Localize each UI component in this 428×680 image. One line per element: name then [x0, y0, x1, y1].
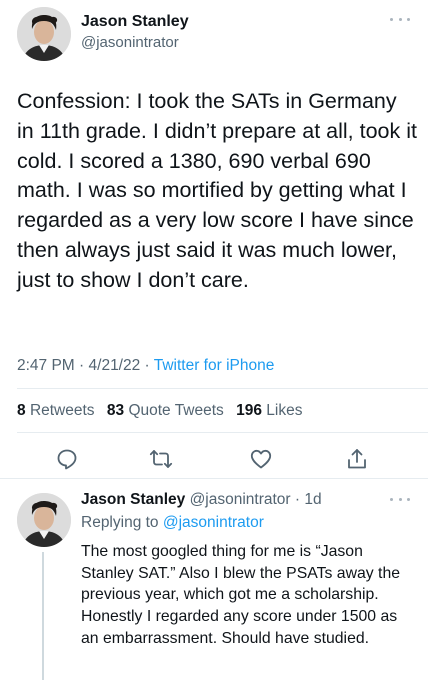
reply-text: The most googled thing for me is “Jason … — [81, 543, 401, 647]
tweet-date[interactable]: 4/21/22 — [89, 357, 141, 374]
reply-more-options-icon[interactable] — [390, 494, 410, 504]
retweets-stat[interactable]: 8 Retweets — [17, 402, 95, 419]
quotes-stat[interactable]: 83 Quote Tweets — [107, 402, 224, 419]
thread-line — [42, 552, 44, 680]
author-avatar[interactable] — [17, 7, 71, 61]
divider — [0, 478, 428, 479]
share-button[interactable] — [342, 444, 372, 474]
quotes-label: Quote Tweets — [128, 402, 224, 419]
likes-count: 196 — [236, 402, 262, 419]
like-button[interactable] — [246, 444, 276, 474]
share-icon — [348, 449, 366, 469]
replying-to: Replying to @jasonintrator — [81, 514, 264, 532]
meta-separator: · — [74, 357, 89, 374]
reply-button[interactable] — [52, 444, 82, 474]
reply-author-name[interactable]: Jason Stanley — [81, 491, 185, 508]
reply-header: Jason Stanley @jasonintrator · 1d — [81, 491, 322, 509]
replying-mention-link[interactable]: @jasonintrator — [163, 514, 264, 531]
tweet-time[interactable]: 2:47 PM — [17, 357, 75, 374]
like-icon — [250, 449, 272, 469]
avatar-photo — [17, 7, 71, 61]
more-options-icon[interactable] — [390, 14, 410, 24]
retweets-count: 8 — [17, 402, 26, 419]
meta-separator: · — [140, 357, 154, 374]
reply-dot: · — [290, 491, 305, 508]
divider — [17, 432, 428, 433]
reply-author-handle[interactable]: @jasonintrator — [190, 491, 291, 508]
reply-author-avatar[interactable] — [17, 493, 71, 547]
author-handle[interactable]: @jasonintrator — [81, 34, 179, 51]
tweet-text: Confession: I took the SATs in Germany i… — [17, 89, 417, 292]
likes-stat[interactable]: 196 Likes — [236, 402, 302, 419]
tweet-meta: 2:47 PM · 4/21/22 · Twitter for iPhone — [17, 357, 274, 375]
reply-icon — [57, 449, 77, 470]
retweet-button[interactable] — [146, 444, 176, 474]
author-name[interactable]: Jason Stanley — [81, 13, 189, 31]
quotes-count: 83 — [106, 402, 125, 419]
divider — [17, 388, 428, 389]
retweets-label: Retweets — [29, 402, 95, 419]
tweet-source-link[interactable]: Twitter for iPhone — [154, 357, 275, 374]
retweet-icon — [149, 450, 173, 468]
replying-label: Replying to — [81, 514, 159, 531]
reply-age[interactable]: 1d — [304, 491, 321, 508]
avatar-photo — [17, 493, 71, 547]
likes-label: Likes — [266, 402, 303, 419]
tweet-stats: 8 Retweets 83 Quote Tweets 196 Likes — [17, 402, 302, 420]
